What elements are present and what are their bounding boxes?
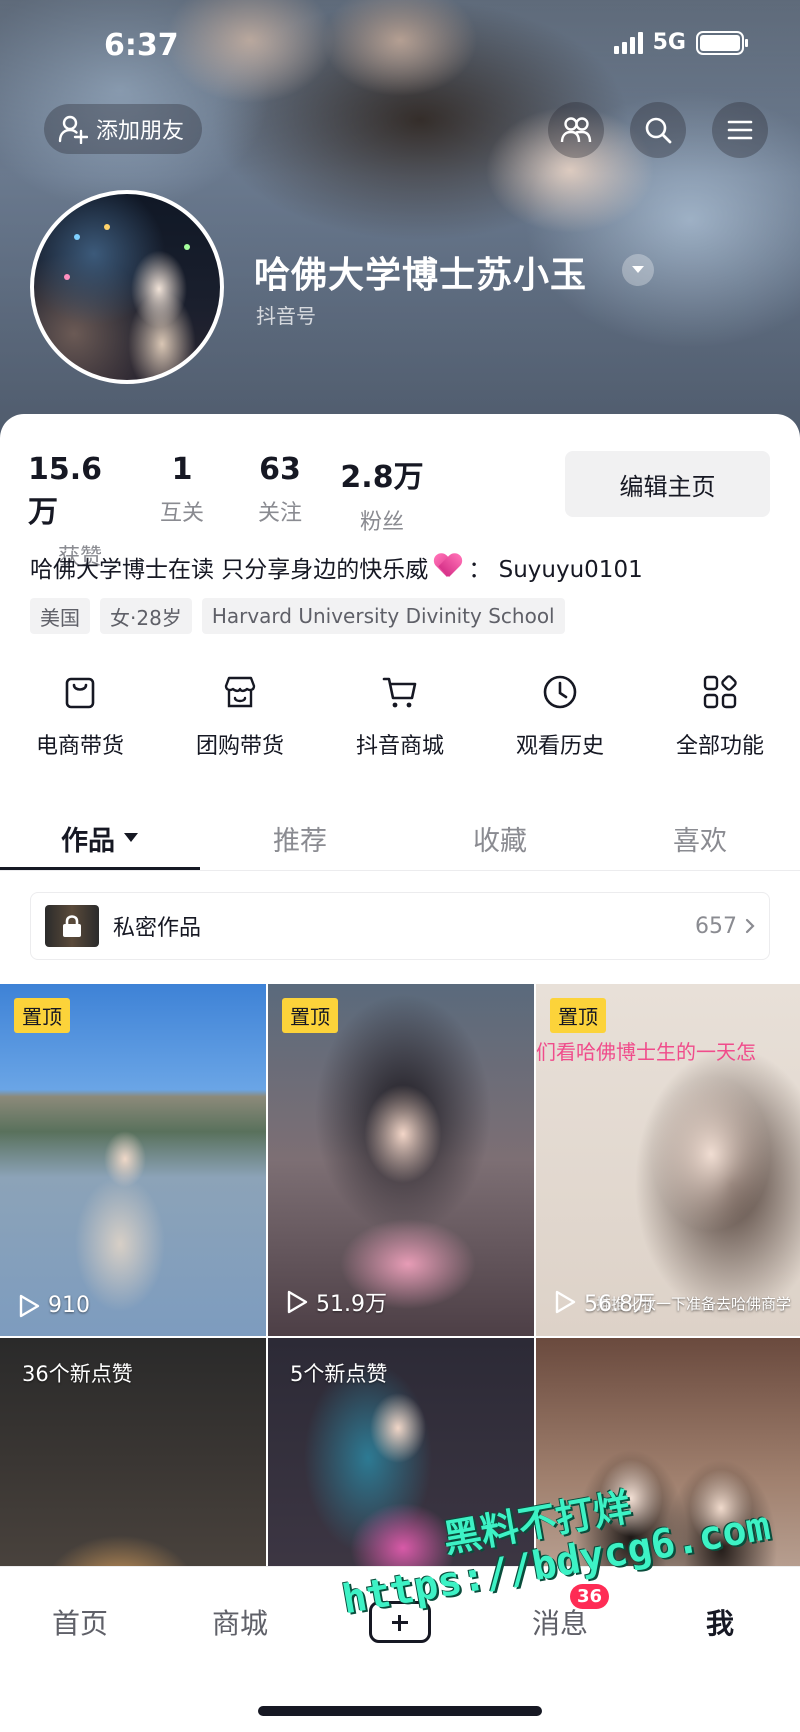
- lock-icon: [63, 915, 81, 937]
- feature-group-buy[interactable]: 团购带货: [160, 672, 320, 760]
- tab-recommended[interactable]: 推荐: [200, 806, 400, 870]
- divider: [0, 870, 800, 871]
- tab-label: 推荐: [273, 825, 327, 857]
- tab-favorites[interactable]: 收藏: [400, 806, 600, 870]
- profile-username: 哈佛大学博士苏小玉: [254, 255, 588, 296]
- pinned-badge: 置顶: [550, 998, 606, 1033]
- private-works-entry[interactable]: 私密作品 657: [30, 892, 770, 960]
- work-item[interactable]: 们看哈佛博士生的一天怎 置顶 推推化妆一下准备去哈佛商学 56.8万: [536, 984, 800, 1336]
- stat-value: 15.6万: [28, 452, 103, 530]
- play-count-value: 56.8万: [584, 1292, 655, 1317]
- work-item[interactable]: 置顶 910: [0, 984, 266, 1336]
- new-likes-label: 5个新点赞: [290, 1362, 388, 1386]
- avatar[interactable]: [30, 190, 224, 384]
- private-works-label: 私密作品: [113, 916, 202, 941]
- feature-label: 抖音商城: [355, 734, 444, 759]
- stat-value: 63: [259, 452, 301, 487]
- private-thumbnail: [45, 905, 99, 947]
- nav-label: 商城: [211, 1607, 268, 1640]
- play-count: 56.8万: [554, 1286, 655, 1318]
- feature-all-functions[interactable]: 全部功能: [640, 672, 800, 760]
- play-count: 910: [18, 1293, 90, 1318]
- nav-messages[interactable]: 消息 36: [480, 1584, 640, 1642]
- stat-value: 1: [171, 452, 193, 487]
- pinned-badge: 置顶: [14, 998, 70, 1033]
- grid-icon: [703, 675, 737, 709]
- content-tabs: 作品 推荐 收藏 喜欢: [0, 806, 800, 870]
- edit-profile-button[interactable]: 编辑主页: [565, 451, 770, 517]
- feature-label: 观看历史: [515, 734, 604, 759]
- chevron-right-icon: [745, 918, 755, 934]
- nav-label: 首页: [51, 1607, 108, 1640]
- work-item[interactable]: 置顶 51.9万: [268, 984, 534, 1336]
- add-friend-button[interactable]: 添加朋友: [44, 104, 203, 154]
- play-icon: [19, 1294, 40, 1317]
- nav-mall[interactable]: 商城: [160, 1602, 320, 1642]
- feature-douyin-mall[interactable]: 抖音商城: [320, 672, 480, 760]
- nav-label: 我: [705, 1607, 734, 1640]
- tab-label: 收藏: [473, 825, 527, 857]
- tab-label: 喜欢: [673, 825, 727, 857]
- feature-label: 电商带货: [35, 734, 124, 759]
- menu-button[interactable]: [712, 102, 768, 158]
- people-icon: [560, 117, 592, 143]
- feature-label: 全部功能: [675, 734, 764, 759]
- play-icon: [287, 1290, 308, 1314]
- play-count-value: 51.9万: [316, 1292, 387, 1317]
- douyin-id-label: 抖音号: [256, 304, 316, 328]
- tag-gender-age: 女·28岁: [100, 598, 192, 634]
- stat-value: 2.8万: [340, 460, 424, 495]
- stat-label: 粉丝: [359, 510, 404, 535]
- play-count: 51.9万: [286, 1286, 387, 1318]
- status-indicators: 5G: [613, 30, 748, 55]
- menu-icon: [727, 120, 753, 140]
- search-icon: [645, 117, 672, 144]
- tab-label: 作品: [61, 825, 115, 857]
- tab-works[interactable]: 作品: [0, 806, 200, 870]
- tab-likes[interactable]: 喜欢: [600, 806, 800, 870]
- battery-icon: [696, 30, 748, 55]
- feature-label: 团购带货: [195, 734, 284, 759]
- network-label: 5G: [652, 30, 686, 55]
- caret-down-icon: [632, 266, 644, 273]
- account-switch-button[interactable]: [622, 254, 654, 286]
- bio-suffix: ： Suyuyu0101: [468, 557, 643, 583]
- profile-bio: 哈佛大学博士在读 只分享身边的快乐威 ： Suyuyu0101: [30, 550, 643, 584]
- tag-school[interactable]: Harvard University Divinity School: [201, 598, 565, 634]
- add-friend-label: 添加朋友: [96, 119, 185, 144]
- status-time: 6:37: [104, 28, 179, 63]
- caret-down-icon: [124, 833, 138, 842]
- nav-home[interactable]: 首页: [0, 1602, 160, 1642]
- shopping-bag-icon: [65, 677, 95, 709]
- profile-tags: 美国 女·28岁 Harvard University Divinity Sch…: [30, 598, 565, 634]
- add-user-icon: [58, 115, 88, 144]
- search-button[interactable]: [630, 102, 686, 158]
- stat-label: 互关: [159, 501, 204, 526]
- feature-ecommerce[interactable]: 电商带货: [0, 672, 160, 760]
- storefront-icon: [224, 676, 256, 708]
- new-likes-label: 36个新点赞: [22, 1362, 133, 1386]
- nav-me[interactable]: 我: [640, 1602, 800, 1642]
- count-value: 657: [695, 913, 737, 939]
- private-works-count: 657: [695, 914, 755, 939]
- bio-text: 哈佛大学博士在读 只分享身边的快乐威: [30, 557, 429, 583]
- clock-icon: [543, 675, 577, 709]
- pink-heart-icon: [434, 554, 462, 580]
- signal-icon: [613, 31, 643, 54]
- play-icon: [555, 1290, 576, 1314]
- feature-watch-history[interactable]: 观看历史: [480, 672, 640, 760]
- video-overlay-text: 们看哈佛博士生的一天怎: [536, 1040, 756, 1064]
- stat-label: 关注: [257, 501, 302, 526]
- friends-button[interactable]: [548, 102, 604, 158]
- tag-location: 美国: [30, 598, 90, 634]
- unread-badge: 36: [570, 1584, 610, 1609]
- pinned-badge: 置顶: [282, 998, 338, 1033]
- home-indicator: [258, 1706, 542, 1716]
- cart-icon: [382, 677, 417, 708]
- feature-shortcuts: 电商带货 团购带货 抖音商城 观看历史 全部功能: [0, 672, 800, 760]
- play-count-value: 910: [48, 1293, 90, 1318]
